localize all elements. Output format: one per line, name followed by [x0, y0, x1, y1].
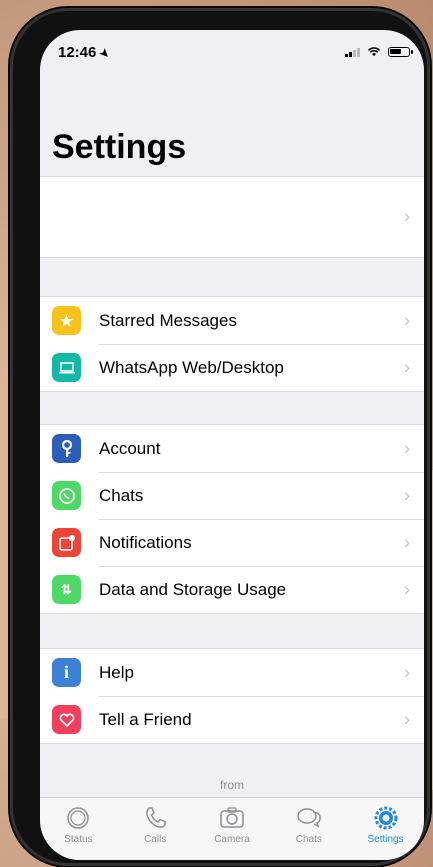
settings-item-label: WhatsApp Web/Desktop	[99, 357, 284, 377]
status-bar: 12:46➤	[40, 30, 424, 74]
tab-chats[interactable]: Chats	[270, 798, 347, 860]
chevron-right-icon: ›	[404, 438, 410, 458]
settings-item-help[interactable]: i Help ›	[40, 649, 424, 696]
settings-item-starred-messages[interactable]: ★ Starred Messages ›	[40, 297, 424, 344]
notification-icon	[52, 528, 81, 557]
profile-row[interactable]: ›	[40, 176, 424, 258]
tab-status[interactable]: Status	[40, 798, 117, 860]
chevron-right-icon: ›	[404, 357, 410, 377]
phone-frame: 12:46➤ Settings › ★ Starred Messages › W…	[10, 8, 430, 866]
photo-background: 12:46➤ Settings › ★ Starred Messages › W…	[0, 0, 433, 867]
settings-item-label: Starred Messages	[99, 310, 237, 330]
chevron-right-icon: ›	[404, 662, 410, 682]
battery-icon	[388, 47, 413, 57]
location-arrow-icon: ➤	[97, 46, 113, 62]
status-time: 12:46➤	[58, 44, 113, 62]
laptop-icon	[52, 353, 81, 382]
heart-icon	[52, 705, 81, 734]
star-icon: ★	[52, 306, 81, 335]
phone-icon	[146, 807, 166, 828]
settings-item-label: Account	[99, 438, 161, 458]
tab-settings[interactable]: Settings	[347, 798, 424, 860]
settings-item-data-storage[interactable]: ⇅ Data and Storage Usage ›	[40, 566, 424, 613]
tab-label: Camera	[214, 834, 250, 845]
gear-icon	[374, 806, 398, 830]
phone-screen: 12:46➤ Settings › ★ Starred Messages › W…	[40, 30, 424, 860]
settings-item-notifications[interactable]: Notifications ›	[40, 519, 424, 566]
tab-label: Calls	[144, 834, 167, 845]
tab-label: Status	[64, 834, 93, 845]
settings-item-label: Chats	[99, 485, 144, 505]
chevron-right-icon: ›	[404, 485, 410, 505]
settings-item-label: Notifications	[99, 532, 192, 552]
settings-item-tell-friend[interactable]: Tell a Friend ›	[40, 696, 424, 743]
settings-group-3: i Help › Tell a Friend ›	[40, 648, 424, 744]
whatsapp-icon	[52, 481, 81, 510]
chevron-right-icon: ›	[404, 532, 410, 552]
time-text: 12:46	[58, 44, 97, 61]
tab-calls[interactable]: Calls	[117, 798, 194, 860]
settings-group-1: ★ Starred Messages › WhatsApp Web/Deskto…	[40, 296, 424, 392]
tab-bar: Status Calls Camera Chats Settings	[40, 797, 424, 860]
tab-camera[interactable]: Camera	[194, 798, 271, 860]
settings-item-label: Data and Storage Usage	[99, 579, 287, 599]
status-icons	[345, 47, 413, 57]
chevron-right-icon: ›	[404, 310, 410, 330]
chat-bubbles-icon	[297, 808, 321, 828]
camera-icon	[220, 807, 244, 828]
data-arrows-icon: ⇅	[52, 575, 81, 604]
tab-label: Chats	[295, 834, 322, 845]
settings-item-account[interactable]: Account ›	[40, 425, 424, 472]
chevron-right-icon: ›	[404, 579, 410, 599]
footer-from-text: from	[220, 778, 244, 792]
status-icon	[67, 807, 90, 829]
info-icon: i	[52, 658, 81, 687]
tab-label: Settings	[367, 834, 404, 845]
chevron-right-icon: ›	[404, 206, 410, 227]
settings-item-chats[interactable]: Chats ›	[40, 472, 424, 519]
chevron-right-icon: ›	[404, 709, 410, 729]
settings-item-whatsapp-web[interactable]: WhatsApp Web/Desktop ›	[40, 344, 424, 391]
key-icon	[52, 434, 81, 463]
settings-item-label: Help	[99, 662, 134, 682]
settings-group-2: Account › Chats › Notifications › ⇅ Data…	[40, 424, 424, 614]
wifi-icon	[367, 47, 381, 57]
page-title: Settings	[52, 128, 187, 166]
cellular-signal-icon	[345, 47, 360, 57]
settings-item-label: Tell a Friend	[99, 709, 192, 729]
